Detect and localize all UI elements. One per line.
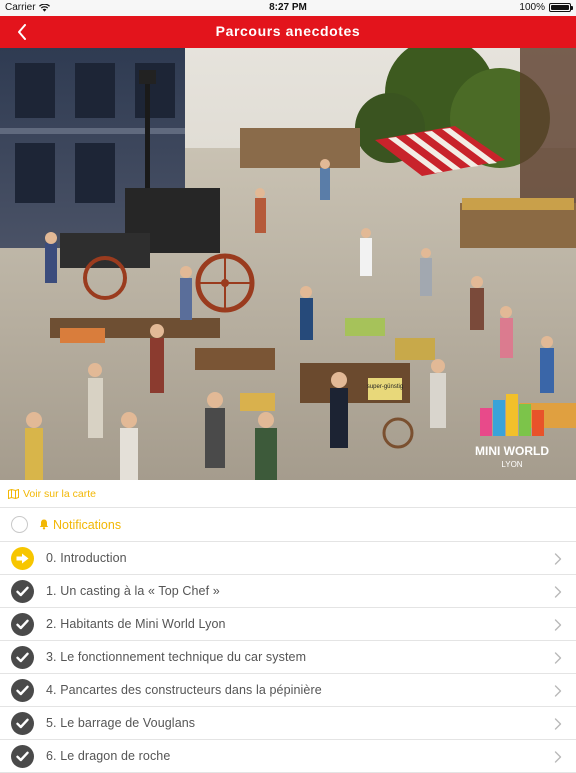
notifications-label: Notifications: [53, 517, 122, 532]
list-item-label: 5. Le barrage de Vouglans: [46, 716, 196, 730]
bell-icon: [39, 519, 49, 530]
chevron-right-icon: [554, 717, 566, 730]
list-item[interactable]: 5. Le barrage de Vouglans: [0, 707, 576, 740]
list-item[interactable]: 2. Habitants de Mini World Lyon: [0, 608, 576, 641]
logo-subtext: LYON: [501, 460, 522, 469]
notifications-label-group: Notifications: [39, 518, 121, 532]
chevron-right-icon: [554, 585, 566, 598]
checkmark-icon: [11, 612, 34, 636]
checkmark-icon: [11, 678, 34, 702]
notifications-row: Notifications: [0, 508, 576, 542]
chevron-right-icon: [554, 552, 566, 565]
chevron-right-icon: [554, 651, 566, 664]
hero-image: super-günstig MINI WORLD LYON: [0, 48, 576, 480]
list-item[interactable]: 1. Un casting à la « Top Chef »: [0, 575, 576, 608]
map-icon: [8, 488, 19, 499]
map-link-label: Voir sur la carte: [23, 487, 96, 500]
battery-icon: [549, 3, 573, 12]
chevron-right-icon: [554, 618, 566, 631]
list-item-label: 0. Introduction: [46, 551, 127, 565]
status-bar: Carrier 8:27 PM 100%: [0, 0, 576, 16]
battery-info: 100%: [519, 2, 573, 13]
list-item[interactable]: 4. Pancartes des constructeurs dans la p…: [0, 674, 576, 707]
anecdote-list: 0. Introduction 1. Un casting à la « Top …: [0, 542, 576, 773]
nav-bar: Parcours anecdotes: [0, 16, 576, 48]
list-item[interactable]: 3. Le fonctionnement technique du car sy…: [0, 641, 576, 674]
checkmark-icon: [11, 645, 34, 669]
list-item-label: 3. Le fonctionnement technique du car sy…: [46, 650, 307, 664]
arrow-right-icon: [11, 546, 34, 570]
status-time: 8:27 PM: [269, 2, 307, 13]
list-item-label: 6. Le dragon de roche: [46, 749, 171, 763]
map-link[interactable]: Voir sur la carte: [0, 480, 576, 508]
checkmark-icon: [11, 711, 34, 735]
checkmark-icon: [11, 744, 34, 768]
list-item-label: 2. Habitants de Mini World Lyon: [46, 617, 226, 631]
chevron-right-icon: [554, 684, 566, 697]
list-item[interactable]: 6. Le dragon de roche: [0, 740, 576, 773]
list-item[interactable]: 0. Introduction: [0, 542, 576, 575]
chevron-right-icon: [554, 750, 566, 763]
hero-sign-text: super-günstig: [367, 384, 403, 390]
battery-level: [551, 5, 569, 10]
list-item-label: 4. Pancartes des constructeurs dans la p…: [46, 683, 322, 697]
list-item-label: 1. Un casting à la « Top Chef »: [46, 584, 220, 598]
battery-percent: 100%: [519, 2, 545, 13]
logo-text: MINI WORLD: [475, 444, 549, 458]
notifications-toggle[interactable]: [11, 516, 28, 533]
page-title: Parcours anecdotes: [215, 23, 361, 39]
checkmark-icon: [11, 579, 34, 603]
